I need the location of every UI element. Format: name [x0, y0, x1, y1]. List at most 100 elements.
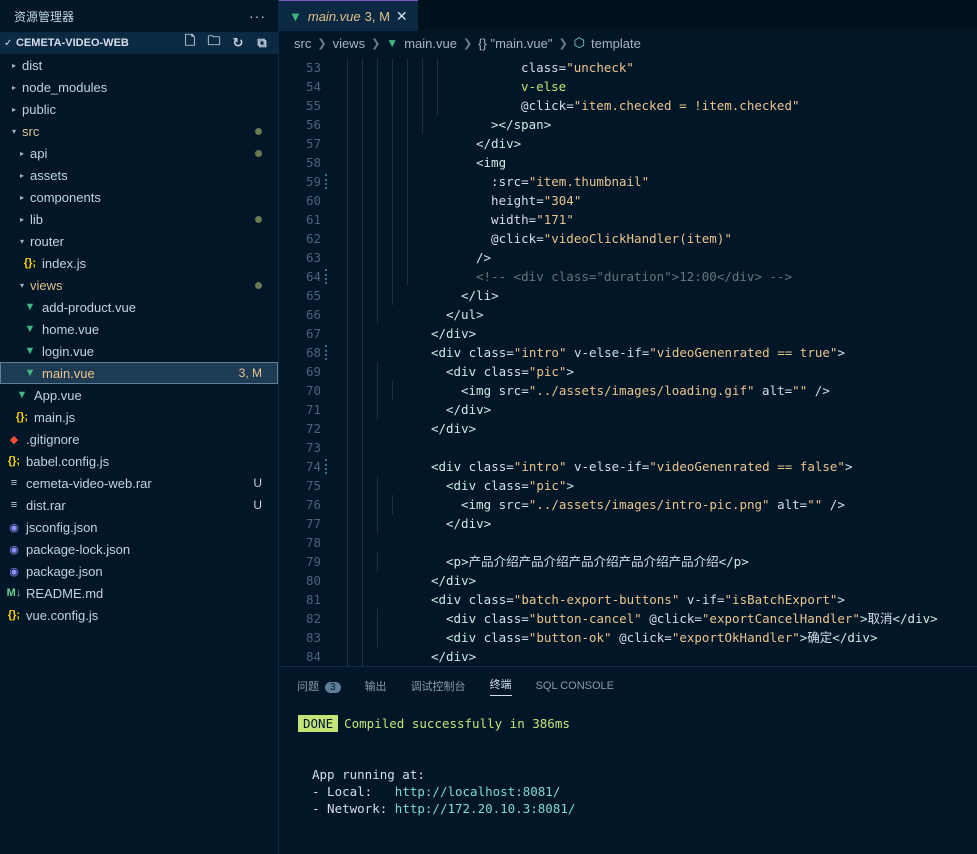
tree-item-home-vue[interactable]: ▼ home.vue	[0, 318, 278, 340]
tree-item-app-vue[interactable]: ▼ App.vue	[0, 384, 278, 406]
tree-item-package-lock-json[interactable]: ◉ package-lock.json	[0, 538, 278, 560]
indent-guide	[422, 96, 423, 115]
gutter	[321, 628, 335, 647]
tree-item-babel-config-js[interactable]: {}; babel.config.js	[0, 450, 278, 472]
tree-item-cemeta-video-web-rar[interactable]: ≡ cemeta-video-web.rar U	[0, 472, 278, 494]
gutter	[321, 590, 335, 609]
tree-item-components[interactable]: ▸ components	[0, 186, 278, 208]
indent-guide	[377, 77, 378, 96]
line-number: 67	[305, 326, 321, 341]
json-file-icon: ◉	[9, 543, 19, 556]
code-text: width="171"	[335, 210, 574, 229]
tree-item-src[interactable]: ▾ src	[0, 120, 278, 142]
tree-item-label: dist.rar	[26, 497, 66, 513]
gutter	[321, 609, 335, 628]
tree-item-assets[interactable]: ▸ assets	[0, 164, 278, 186]
code-line: 75 <div class="pic">	[279, 476, 977, 495]
indent-guide	[362, 134, 363, 153]
tree-item-gitignore[interactable]: ◆ .gitignore	[0, 428, 278, 450]
indent-guide	[347, 457, 348, 476]
tree-item-index-js[interactable]: {}; index.js	[0, 252, 278, 274]
indent-guide	[377, 476, 378, 495]
indent-guide	[362, 229, 363, 248]
breadcrumb-template[interactable]: template	[591, 36, 641, 51]
tab-problems[interactable]: 问题 3	[297, 678, 341, 694]
chevron-down-icon: ▾	[11, 126, 16, 136]
code-text: v-else	[335, 77, 566, 96]
indent-guide	[362, 305, 363, 324]
tree-item-dist[interactable]: ▸ dist	[0, 54, 278, 76]
tree-item-public[interactable]: ▸ public	[0, 98, 278, 120]
tree-item-add-product-vue[interactable]: ▼ add-product.vue	[0, 296, 278, 318]
code-line: 79 <p>产品介绍产品介绍产品介绍产品介绍产品介绍</p>	[279, 552, 977, 571]
code-line: 54 v-else	[279, 77, 977, 96]
terminal-output[interactable]: DONE Compiled successfully in 386ms App r…	[279, 715, 977, 817]
code-content: </div>	[431, 421, 477, 436]
indent-guide	[392, 96, 393, 115]
tab-terminal[interactable]: 终端	[489, 676, 512, 696]
line-number: 60	[305, 193, 321, 208]
indent-guide	[377, 58, 378, 77]
line-number: 54	[305, 79, 321, 94]
indent-guide	[377, 191, 378, 210]
code-line: 78	[279, 533, 977, 552]
tab-main-vue[interactable]: ▼ main.vue 3, M ✕	[279, 0, 418, 31]
tree-item-api[interactable]: ▸ api	[0, 142, 278, 164]
breadcrumb-src[interactable]: src	[294, 36, 311, 51]
line-number: 82	[305, 611, 321, 626]
gutter	[321, 286, 335, 305]
code-text: <div class="button-cancel" @click="expor…	[335, 609, 938, 628]
breadcrumb-views[interactable]: views	[333, 36, 366, 51]
tree-item-label: src	[22, 123, 40, 139]
code-content: </div>	[431, 326, 477, 341]
tree-item-router[interactable]: ▾ router	[0, 230, 278, 252]
indent-guide	[362, 248, 363, 267]
code-line: 66 </ul>	[279, 305, 977, 324]
local-url-link[interactable]: http://localhost:8081/	[395, 784, 561, 799]
code-content: width="171"	[476, 212, 574, 227]
gutter	[321, 134, 335, 153]
network-url-link[interactable]: http://172.20.10.3:8081/	[395, 801, 576, 816]
indent-guide	[377, 609, 378, 628]
tree-item-views[interactable]: ▾ views	[0, 274, 278, 296]
tab-debug-console[interactable]: 调试控制台	[411, 678, 466, 694]
close-icon[interactable]: ✕	[396, 8, 408, 25]
tree-item-node-modules[interactable]: ▸ node_modules	[0, 76, 278, 98]
more-actions-icon[interactable]: ···	[249, 8, 266, 24]
indent-guide	[392, 77, 393, 96]
indent-guide	[377, 96, 378, 115]
new-file-icon[interactable]: 🗋	[180, 33, 200, 52]
tree-item-main-vue[interactable]: ▼ main.vue 3, M	[0, 362, 278, 384]
code-content: <div class="intro" v-else-if="videoGenen…	[431, 459, 853, 474]
indent-guide	[347, 58, 348, 77]
gutter	[321, 115, 335, 134]
tree-item-lib[interactable]: ▸ lib	[0, 208, 278, 230]
code-line: 67 </div>	[279, 324, 977, 343]
tab-output[interactable]: 输出	[365, 678, 387, 694]
archive-icon: ≡	[10, 499, 18, 511]
tree-item-label: api	[30, 145, 48, 161]
tree-item-dist-rar[interactable]: ≡ dist.rar U	[0, 494, 278, 516]
tree-item-vue-config-js[interactable]: {}; vue.config.js	[0, 604, 278, 626]
tree-item-main-js[interactable]: {}; main.js	[0, 406, 278, 428]
indent-guide	[377, 552, 378, 571]
bottom-panel: 问题 3 输出 调试控制台 终端 SQL CONSOLE DONE Compiled…	[279, 666, 977, 854]
code-view[interactable]: 53 class="uncheck" 54 v-else 55 @click="it…	[279, 58, 977, 666]
change-indicator	[321, 267, 335, 286]
refresh-icon[interactable]: ↻	[228, 34, 248, 52]
indent-guide	[377, 267, 378, 286]
indent-guide	[362, 343, 363, 362]
tree-item-readme-md[interactable]: M↓ README.md	[0, 582, 278, 604]
code-text: <div class="pic">	[335, 476, 574, 495]
tree-item-jsconfig-json[interactable]: ◉ jsconfig.json	[0, 516, 278, 538]
collapse-all-icon[interactable]: ⧉	[252, 34, 272, 52]
new-folder-icon[interactable]: 🗀	[204, 33, 224, 52]
tab-sql-console[interactable]: SQL CONSOLE	[536, 680, 614, 692]
project-header[interactable]: ✓ CEMETA-VIDEO-WEB 🗋 🗀 ↻ ⧉	[0, 32, 278, 54]
tree-item-login-vue[interactable]: ▼ login.vue	[0, 340, 278, 362]
tree-item-package-json[interactable]: ◉ package.json	[0, 560, 278, 582]
breadcrumb-file[interactable]: main.vue	[404, 36, 457, 51]
code-line: 71 </div>	[279, 400, 977, 419]
indent-guide	[377, 115, 378, 134]
breadcrumb-module[interactable]: {} "main.vue"	[478, 36, 552, 51]
